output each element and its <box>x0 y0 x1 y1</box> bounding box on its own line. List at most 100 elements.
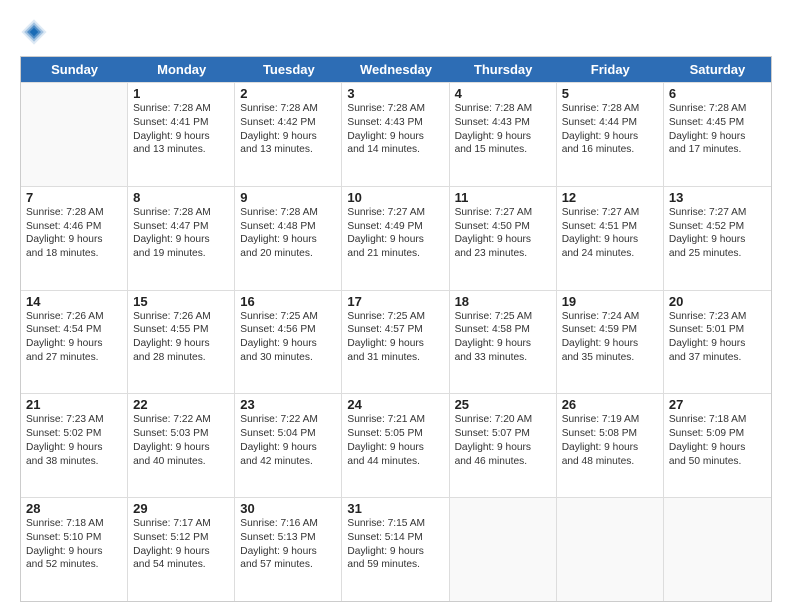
calendar-cell: 25Sunrise: 7:20 AMSunset: 5:07 PMDayligh… <box>450 394 557 497</box>
daylight-text-2: and 42 minutes. <box>240 455 336 469</box>
sunset-text: Sunset: 5:14 PM <box>347 531 443 545</box>
logo-icon <box>20 18 48 46</box>
day-number: 18 <box>455 294 551 309</box>
sunset-text: Sunset: 5:10 PM <box>26 531 122 545</box>
calendar-cell: 1Sunrise: 7:28 AMSunset: 4:41 PMDaylight… <box>128 83 235 186</box>
sunset-text: Sunset: 5:02 PM <box>26 427 122 441</box>
sunset-text: Sunset: 4:51 PM <box>562 220 658 234</box>
sunrise-text: Sunrise: 7:25 AM <box>240 310 336 324</box>
daylight-text-2: and 18 minutes. <box>26 247 122 261</box>
sunset-text: Sunset: 5:08 PM <box>562 427 658 441</box>
sunrise-text: Sunrise: 7:28 AM <box>347 102 443 116</box>
daylight-text-1: Daylight: 9 hours <box>26 545 122 559</box>
day-number: 22 <box>133 397 229 412</box>
day-number: 29 <box>133 501 229 516</box>
day-number: 21 <box>26 397 122 412</box>
day-number: 5 <box>562 86 658 101</box>
calendar-cell: 18Sunrise: 7:25 AMSunset: 4:58 PMDayligh… <box>450 291 557 394</box>
sunrise-text: Sunrise: 7:20 AM <box>455 413 551 427</box>
sunset-text: Sunset: 4:48 PM <box>240 220 336 234</box>
header-day-monday: Monday <box>128 57 235 82</box>
calendar-cell: 11Sunrise: 7:27 AMSunset: 4:50 PMDayligh… <box>450 187 557 290</box>
daylight-text-1: Daylight: 9 hours <box>562 130 658 144</box>
calendar-cell: 6Sunrise: 7:28 AMSunset: 4:45 PMDaylight… <box>664 83 771 186</box>
calendar-cell: 16Sunrise: 7:25 AMSunset: 4:56 PMDayligh… <box>235 291 342 394</box>
calendar-cell <box>450 498 557 601</box>
day-number: 11 <box>455 190 551 205</box>
daylight-text-1: Daylight: 9 hours <box>240 130 336 144</box>
sunrise-text: Sunrise: 7:27 AM <box>562 206 658 220</box>
day-number: 1 <box>133 86 229 101</box>
sunrise-text: Sunrise: 7:22 AM <box>133 413 229 427</box>
daylight-text-2: and 54 minutes. <box>133 558 229 572</box>
daylight-text-2: and 25 minutes. <box>669 247 766 261</box>
sunset-text: Sunset: 4:49 PM <box>347 220 443 234</box>
page: SundayMondayTuesdayWednesdayThursdayFrid… <box>0 0 792 612</box>
day-number: 24 <box>347 397 443 412</box>
sunset-text: Sunset: 4:41 PM <box>133 116 229 130</box>
daylight-text-2: and 28 minutes. <box>133 351 229 365</box>
daylight-text-2: and 48 minutes. <box>562 455 658 469</box>
daylight-text-2: and 33 minutes. <box>455 351 551 365</box>
daylight-text-2: and 30 minutes. <box>240 351 336 365</box>
header <box>20 16 772 46</box>
daylight-text-1: Daylight: 9 hours <box>455 130 551 144</box>
calendar-cell: 8Sunrise: 7:28 AMSunset: 4:47 PMDaylight… <box>128 187 235 290</box>
day-number: 12 <box>562 190 658 205</box>
daylight-text-2: and 57 minutes. <box>240 558 336 572</box>
sunset-text: Sunset: 4:55 PM <box>133 323 229 337</box>
calendar: SundayMondayTuesdayWednesdayThursdayFrid… <box>20 56 772 602</box>
daylight-text-1: Daylight: 9 hours <box>669 337 766 351</box>
sunset-text: Sunset: 5:01 PM <box>669 323 766 337</box>
calendar-cell: 26Sunrise: 7:19 AMSunset: 5:08 PMDayligh… <box>557 394 664 497</box>
day-number: 27 <box>669 397 766 412</box>
day-number: 16 <box>240 294 336 309</box>
sunset-text: Sunset: 5:09 PM <box>669 427 766 441</box>
daylight-text-1: Daylight: 9 hours <box>347 233 443 247</box>
sunrise-text: Sunrise: 7:28 AM <box>562 102 658 116</box>
daylight-text-2: and 37 minutes. <box>669 351 766 365</box>
daylight-text-2: and 38 minutes. <box>26 455 122 469</box>
sunrise-text: Sunrise: 7:23 AM <box>26 413 122 427</box>
daylight-text-2: and 31 minutes. <box>347 351 443 365</box>
sunset-text: Sunset: 4:54 PM <box>26 323 122 337</box>
daylight-text-2: and 40 minutes. <box>133 455 229 469</box>
calendar-cell: 5Sunrise: 7:28 AMSunset: 4:44 PMDaylight… <box>557 83 664 186</box>
day-number: 26 <box>562 397 658 412</box>
calendar-cell: 9Sunrise: 7:28 AMSunset: 4:48 PMDaylight… <box>235 187 342 290</box>
day-number: 30 <box>240 501 336 516</box>
sunset-text: Sunset: 4:56 PM <box>240 323 336 337</box>
sunset-text: Sunset: 5:12 PM <box>133 531 229 545</box>
daylight-text-2: and 20 minutes. <box>240 247 336 261</box>
sunrise-text: Sunrise: 7:26 AM <box>133 310 229 324</box>
sunset-text: Sunset: 5:05 PM <box>347 427 443 441</box>
day-number: 2 <box>240 86 336 101</box>
daylight-text-1: Daylight: 9 hours <box>455 337 551 351</box>
calendar-cell: 23Sunrise: 7:22 AMSunset: 5:04 PMDayligh… <box>235 394 342 497</box>
calendar-cell: 13Sunrise: 7:27 AMSunset: 4:52 PMDayligh… <box>664 187 771 290</box>
calendar-cell: 3Sunrise: 7:28 AMSunset: 4:43 PMDaylight… <box>342 83 449 186</box>
calendar-cell: 22Sunrise: 7:22 AMSunset: 5:03 PMDayligh… <box>128 394 235 497</box>
day-number: 20 <box>669 294 766 309</box>
header-day-thursday: Thursday <box>450 57 557 82</box>
daylight-text-1: Daylight: 9 hours <box>240 337 336 351</box>
calendar-body: 1 Sunrise: 7:28 AM Sunset: 4:41 PM Daylight… <box>21 82 771 601</box>
daylight-text-1: Daylight: 9 hours <box>133 441 229 455</box>
daylight-text-1: Daylight: 9 hours <box>240 441 336 455</box>
daylight-text-1: Daylight: 9 hours <box>455 233 551 247</box>
sunrise-text: Sunrise: 7:28 AM <box>133 206 229 220</box>
sunset-text: Sunset: 5:13 PM <box>240 531 336 545</box>
daylight-text-1: Daylight: 9 hours <box>347 545 443 559</box>
sunset-text: Sunset: 4:43 PM <box>347 116 443 130</box>
day-number: 31 <box>347 501 443 516</box>
sunset-text: Sunset: 4:52 PM <box>669 220 766 234</box>
calendar-cell: 17Sunrise: 7:25 AMSunset: 4:57 PMDayligh… <box>342 291 449 394</box>
sunset-text: Sunset: 5:03 PM <box>133 427 229 441</box>
daylight-text-2: and 13 minutes. <box>240 143 336 157</box>
sunset-text: Sunset: 5:04 PM <box>240 427 336 441</box>
daylight-text-2: and 59 minutes. <box>347 558 443 572</box>
calendar-row-5: 28Sunrise: 7:18 AMSunset: 5:10 PMDayligh… <box>21 497 771 601</box>
daylight-text-2: and 21 minutes. <box>347 247 443 261</box>
daylight-text-1: Daylight: 9 hours <box>133 233 229 247</box>
sunrise-text: Sunrise: 7:28 AM <box>240 206 336 220</box>
